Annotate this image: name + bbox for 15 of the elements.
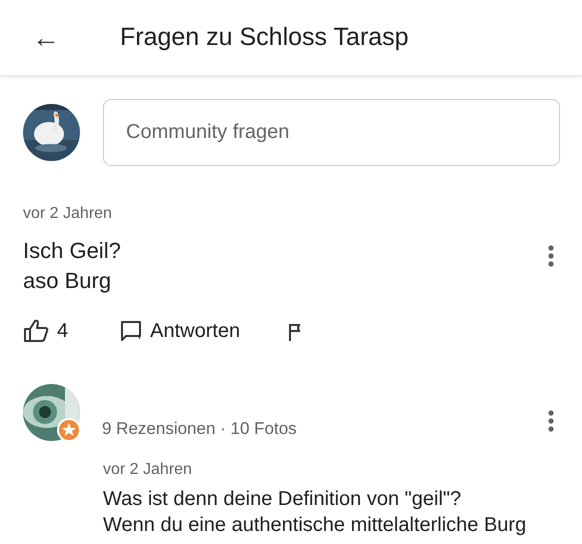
- author-stats: 9 Rezensionen · 10 Fotos: [102, 419, 297, 438]
- answer-time: vor 2 Jahren: [103, 460, 193, 480]
- answer-text: Was ist denn deine Definition von "geil"? Wenn du eine authentische mittelalterliche Burg: [103, 487, 528, 538]
- question-text: Isch Geil?: [23, 237, 121, 265]
- question-input[interactable]: Community fragen: [103, 99, 560, 166]
- question-text: aso Burg: [23, 267, 112, 295]
- question-time: vor 2 Jahren: [23, 204, 113, 224]
- like-button[interactable]: 4: [23, 316, 68, 346]
- comment-icon: [120, 320, 142, 342]
- back-button[interactable]: ←: [32, 24, 60, 52]
- more-options-icon[interactable]: [548, 410, 554, 432]
- more-options-icon[interactable]: [548, 244, 554, 267]
- page-title: Fragen zu Schloss Tarasp: [120, 22, 409, 53]
- thumbs-up-icon: [23, 319, 49, 343]
- reply-button[interactable]: Antworten: [120, 316, 240, 346]
